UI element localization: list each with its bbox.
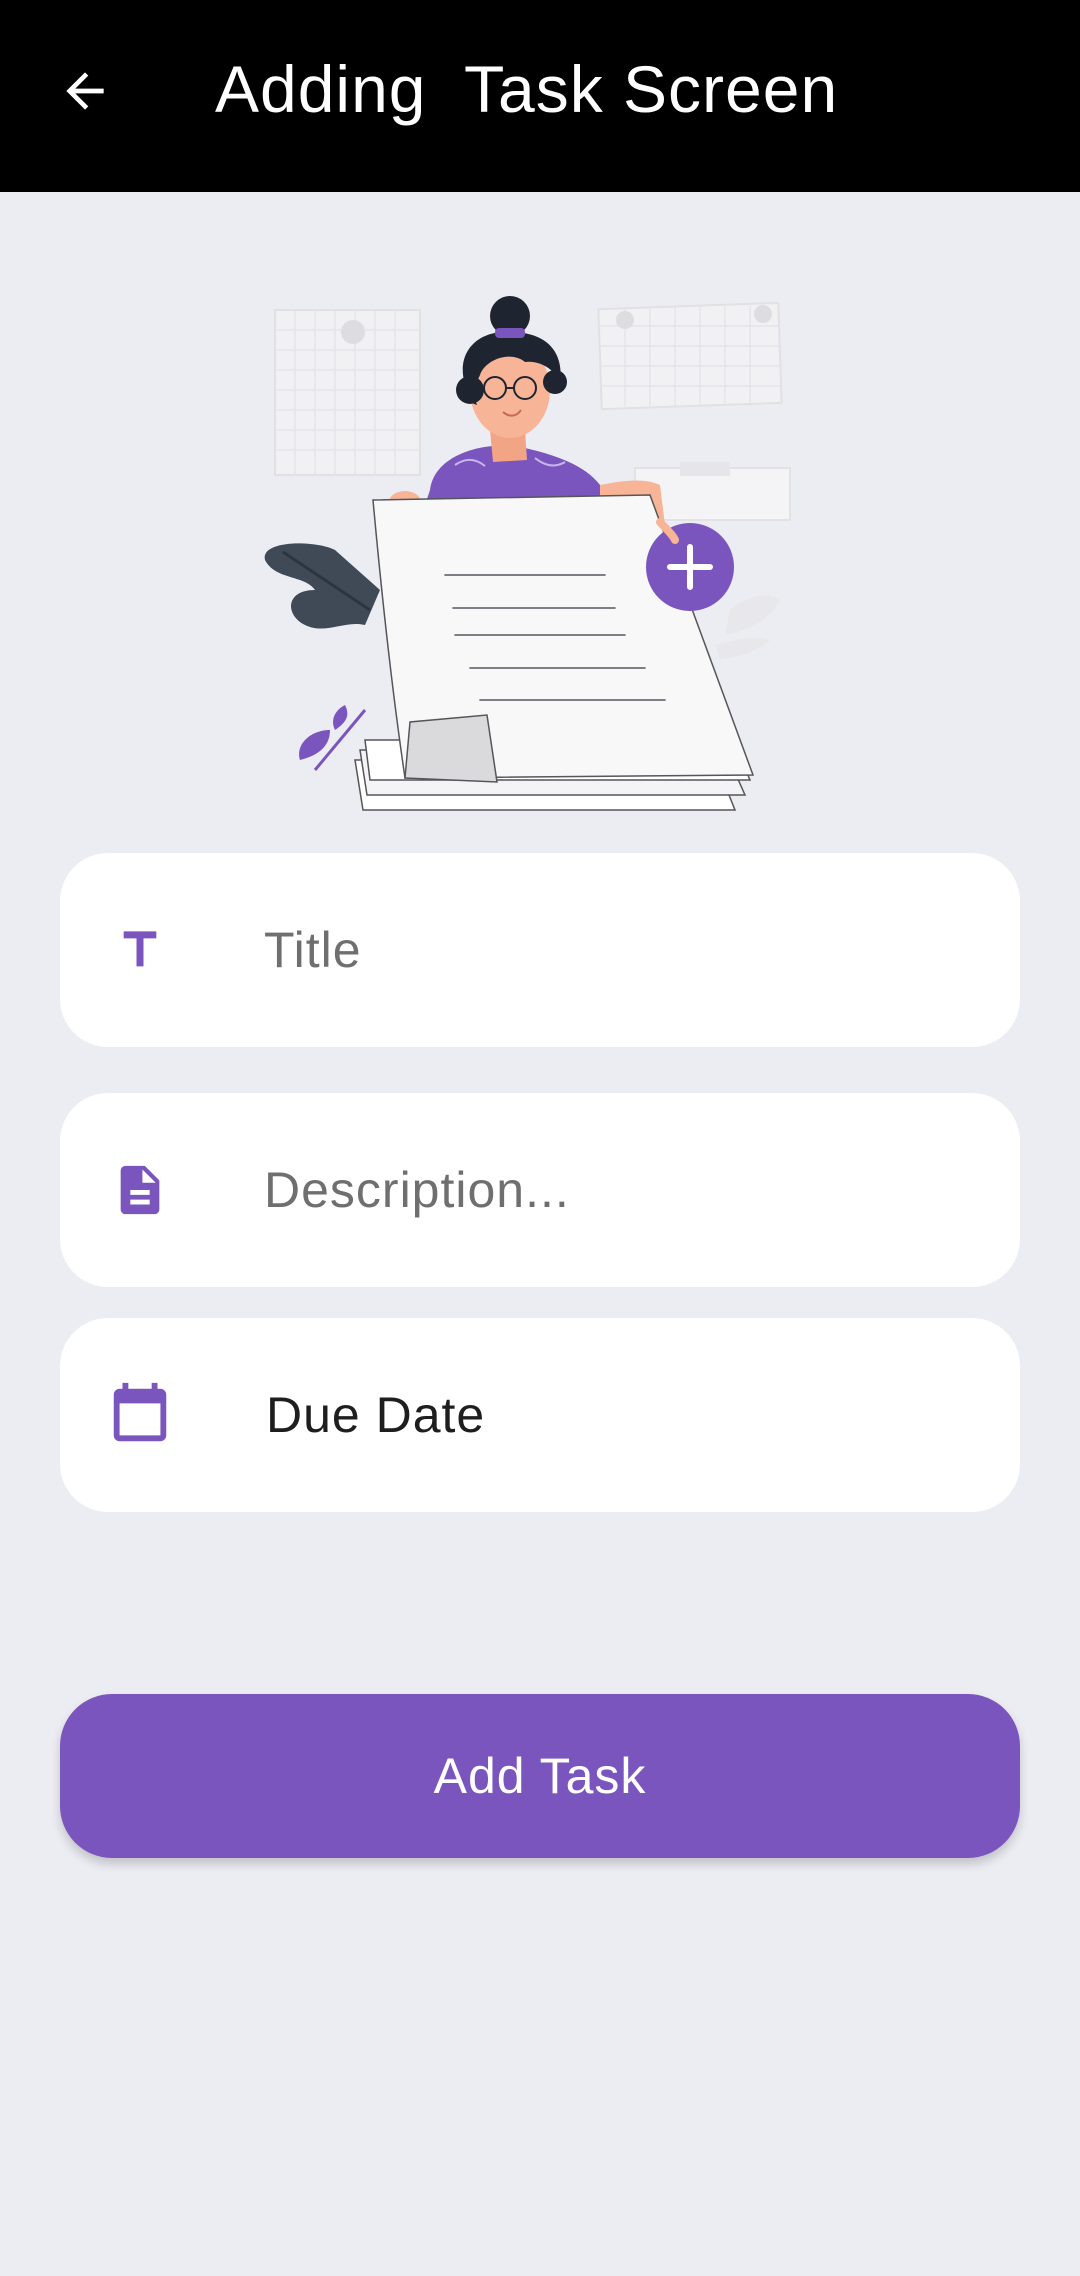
woman-holding-task-sheet-illustration (264, 296, 791, 811)
add-task-button[interactable]: Add Task (60, 1694, 1020, 1858)
page-title: Adding Task Screen (215, 52, 839, 126)
arrow-left-icon (66, 72, 104, 110)
grid-note-right (597, 301, 783, 411)
back-button[interactable] (40, 46, 130, 136)
text-t-icon (100, 910, 180, 990)
plus-icon (646, 523, 734, 611)
document-icon (100, 1150, 180, 1230)
calendar-icon (100, 1375, 180, 1455)
title-field[interactable] (60, 853, 1020, 1047)
app-bar: Adding Task Screen (0, 0, 1080, 192)
due-date-label: Due Date (266, 1387, 486, 1443)
title-input[interactable] (264, 893, 984, 1007)
due-date-field[interactable]: Due Date (60, 1318, 1020, 1512)
description-field[interactable] (60, 1093, 1020, 1287)
grid-note-left (274, 309, 421, 476)
description-input[interactable] (264, 1133, 984, 1247)
